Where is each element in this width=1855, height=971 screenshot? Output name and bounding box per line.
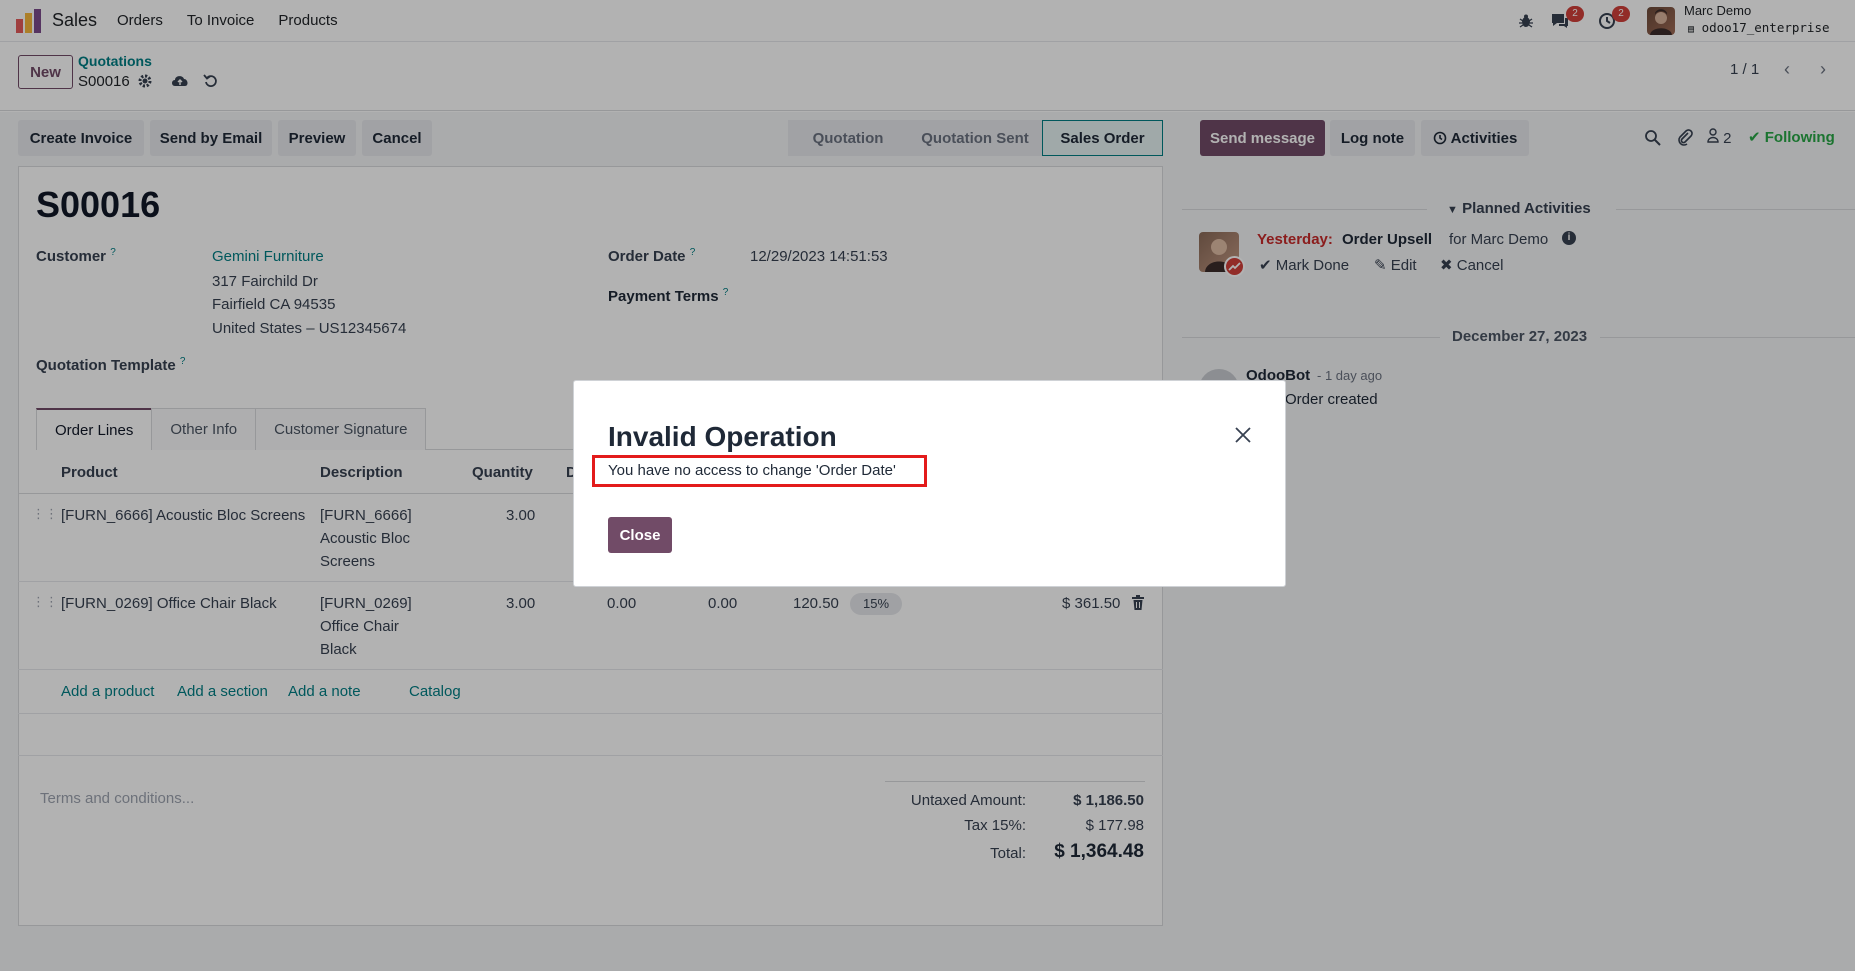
dialog-title: Invalid Operation [608,421,837,452]
invalid-operation-dialog: Invalid Operation You have no access to … [573,380,1286,587]
close-icon[interactable] [1233,425,1253,445]
close-button[interactable]: Close [608,517,672,553]
dialog-message: You have no access to change 'Order Date… [608,462,896,479]
